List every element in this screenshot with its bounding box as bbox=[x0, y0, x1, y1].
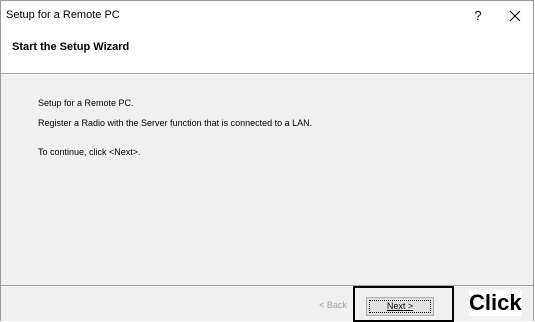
next-button-label: Next > bbox=[386, 301, 414, 311]
wizard-step-title: Start the Setup Wizard bbox=[12, 41, 130, 53]
close-icon bbox=[509, 10, 521, 22]
help-button[interactable]: ? bbox=[467, 6, 489, 26]
setup-dialog: Setup for a Remote PC ? Start the Setup … bbox=[0, 0, 534, 321]
window-title: Setup for a Remote PC bbox=[6, 9, 120, 21]
next-button[interactable]: Next > bbox=[366, 297, 434, 316]
wizard-footer: < Back Next > bbox=[1, 287, 533, 321]
back-button[interactable]: < Back bbox=[312, 296, 354, 314]
close-button[interactable] bbox=[504, 6, 526, 26]
header-panel: Start the Setup Wizard bbox=[1, 31, 533, 73]
title-bar: Setup for a Remote PC ? bbox=[1, 1, 533, 31]
body-line-continue: To continue, click <Next>. bbox=[38, 147, 141, 157]
page: Setup for a Remote PC ? Start the Setup … bbox=[0, 0, 535, 322]
wizard-body: Setup for a Remote PC. Register a Radio … bbox=[1, 75, 533, 285]
body-line-intro: Setup for a Remote PC. bbox=[38, 98, 134, 108]
back-button-label: < Back bbox=[319, 300, 347, 310]
click-annotation: Click bbox=[469, 290, 522, 316]
body-line-register: Register a Radio with the Server functio… bbox=[38, 118, 313, 128]
